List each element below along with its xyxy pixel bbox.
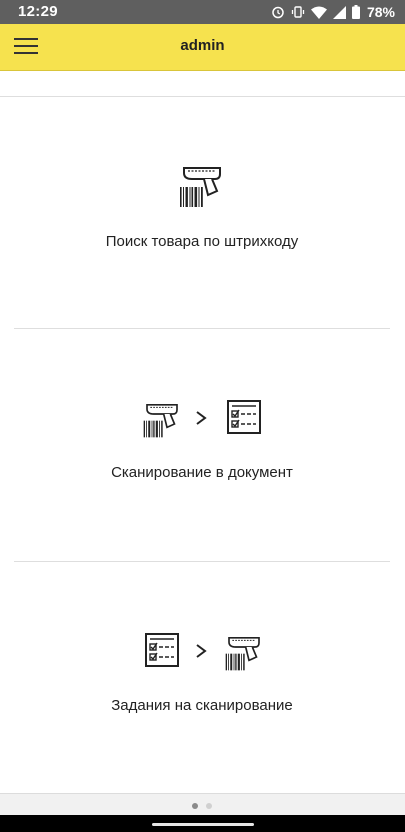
- document-checklist-icon: [227, 400, 261, 434]
- page-dot-active[interactable]: [192, 803, 198, 809]
- page-dot[interactable]: [206, 803, 212, 809]
- status-time: 12:29: [18, 3, 58, 20]
- toolbar-title: admin: [180, 37, 225, 54]
- app-toolbar: admin: [0, 24, 405, 71]
- battery-percent: 78%: [366, 4, 395, 20]
- card-label: Задания на сканирование: [111, 697, 293, 714]
- vibrate-icon: [291, 6, 305, 18]
- navigation-bar: [0, 815, 405, 832]
- alarm-icon: [272, 6, 284, 19]
- status-icons: 78%: [271, 4, 395, 20]
- signal-icon: [332, 5, 346, 19]
- card-label: Поиск товара по штрихкоду: [105, 233, 299, 250]
- card-scan-tasks[interactable]: Задания на сканирование: [14, 562, 390, 792]
- card-scan-to-document[interactable]: Сканирование в документ: [14, 329, 390, 560]
- card-barcode-search[interactable]: Поиск товара по штрихкоду: [14, 97, 390, 328]
- status-bar: 12:29 78%: [0, 0, 405, 24]
- battery-icon: [351, 5, 360, 19]
- chevron-right-icon: [196, 644, 207, 658]
- barcode-scanner-icon: [180, 167, 221, 207]
- chevron-right-icon: [196, 411, 207, 425]
- wifi-icon: [310, 6, 327, 19]
- card-label: Сканирование в документ: [111, 464, 293, 481]
- barcode-scanner-icon: [143, 404, 178, 438]
- page-indicator: [0, 793, 405, 816]
- document-checklist-icon: [145, 633, 179, 667]
- barcode-scanner-icon: [225, 637, 260, 671]
- home-gesture-pill[interactable]: [152, 823, 254, 826]
